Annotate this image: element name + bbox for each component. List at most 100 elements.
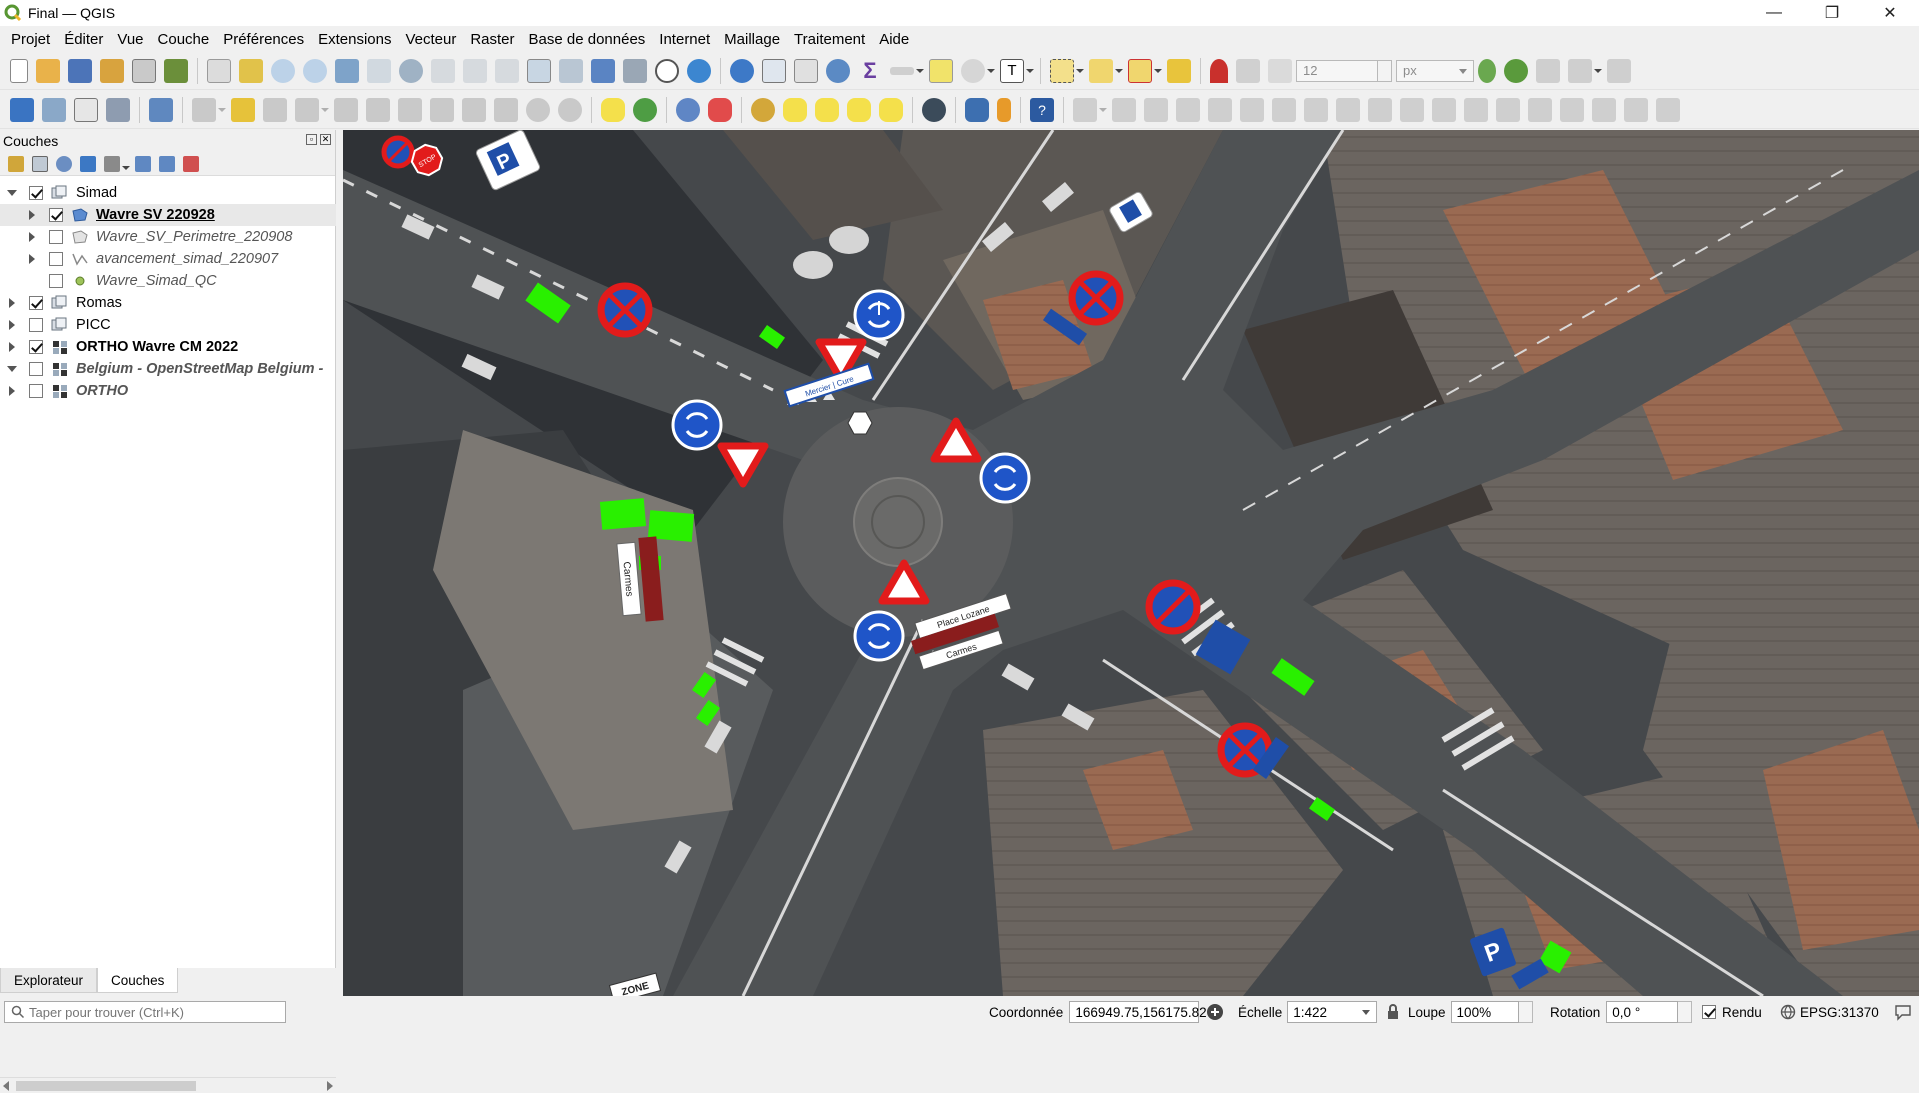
menu-item-aide[interactable]: Aide — [872, 31, 916, 48]
zoom-last-icon[interactable] — [463, 58, 487, 83]
snapping-mode-icon[interactable] — [1236, 58, 1260, 83]
overlap-dropdown[interactable] — [1593, 59, 1602, 83]
snapping-magnet-icon[interactable] — [1210, 58, 1228, 83]
menu-item-raster[interactable]: Raster — [463, 31, 521, 48]
adv-digitize-2-icon[interactable] — [1112, 97, 1136, 122]
pin-label-icon[interactable] — [751, 97, 775, 122]
adv-digitize-10-icon[interactable] — [1368, 97, 1392, 122]
digitize-dropdown[interactable] — [320, 98, 329, 122]
layer-tree-hscrollbar[interactable] — [0, 1077, 336, 1093]
zoom-native-icon[interactable] — [431, 58, 455, 83]
show-bookmarks-icon[interactable] — [623, 58, 647, 83]
measure-dropdown[interactable] — [915, 59, 924, 83]
lock-scale-icon[interactable] — [1386, 1004, 1400, 1020]
crs-label[interactable]: EPSG:31370 — [1800, 1005, 1879, 1020]
adv-digitize-15-icon[interactable] — [1528, 97, 1552, 122]
current-edits-icon[interactable] — [192, 97, 216, 122]
quickmapservices-icon[interactable] — [922, 97, 946, 122]
menu-item-extensions[interactable]: Extensions — [311, 31, 398, 48]
paste-icon[interactable] — [494, 97, 518, 122]
expand-all-icon[interactable] — [135, 155, 151, 172]
snap-tolerance-input[interactable]: 12 — [1296, 59, 1378, 82]
label-options-icon[interactable] — [676, 97, 700, 122]
adv-digitize-9-icon[interactable] — [1336, 97, 1360, 122]
deselect-dropdown[interactable] — [1153, 59, 1162, 83]
zoom-layer-icon[interactable] — [399, 58, 423, 83]
adv-digitize-18-icon[interactable] — [1624, 97, 1648, 122]
menu-item-couche[interactable]: Couche — [151, 31, 217, 48]
expand-arrow-closed-icon[interactable] — [6, 319, 18, 331]
menu-item-maillage[interactable]: Maillage — [717, 31, 787, 48]
roundabout-sign-icon[interactable] — [979, 452, 1031, 504]
virtual-layer-icon[interactable] — [149, 97, 173, 122]
collapse-all-icon[interactable] — [159, 155, 175, 172]
save-project-icon[interactable] — [68, 58, 92, 83]
layer-tree-item[interactable]: Wavre_SV_Perimetre_220908 — [0, 226, 336, 248]
layer-tree-item[interactable]: Romas — [0, 292, 336, 314]
new-bookmark-icon[interactable] — [591, 58, 615, 83]
map-canvas[interactable]: STOP P P Mercier | Cure Carmes Place Loz… — [343, 130, 1919, 996]
attribute-table-icon[interactable] — [762, 58, 786, 83]
adv-digitize-17-icon[interactable] — [1592, 97, 1616, 122]
pan-to-selection-icon[interactable] — [239, 58, 263, 83]
layer-visibility-checkbox[interactable] — [29, 362, 43, 376]
digitize-pen-icon[interactable] — [106, 97, 130, 122]
statistics-sigma-icon[interactable]: Σ — [858, 58, 882, 83]
adv-digitize-1-icon[interactable] — [1073, 97, 1097, 122]
layer-visibility-checkbox[interactable] — [49, 208, 63, 222]
cut-icon[interactable] — [430, 97, 454, 122]
menu-item-vue[interactable]: Vue — [110, 31, 150, 48]
new-map-view-icon[interactable] — [527, 58, 551, 83]
layer-tree-item[interactable]: Wavre SV 220928 — [0, 204, 336, 226]
filter-dropdown[interactable] — [121, 156, 130, 172]
new-vector-layer-icon[interactable] — [74, 97, 98, 122]
adv-digitize-dropdown[interactable] — [1098, 98, 1107, 122]
new-project-icon[interactable] — [10, 58, 28, 83]
orthophoto-map[interactable]: STOP P P Mercier | Cure Carmes Place Loz… — [343, 130, 1919, 996]
adv-digitize-11-icon[interactable] — [1400, 97, 1424, 122]
select-by-value-icon[interactable] — [1089, 58, 1113, 83]
expand-arrow-closed-icon[interactable] — [6, 341, 18, 353]
new-3d-view-icon[interactable] — [559, 58, 583, 83]
layer-tree-item[interactable]: Wavre_Simad_QC — [0, 270, 336, 292]
select-features-icon[interactable] — [1050, 58, 1074, 83]
render-checkbox[interactable] — [1702, 1005, 1716, 1019]
map-search-icon[interactable] — [961, 58, 985, 83]
save-edits-icon[interactable] — [263, 97, 287, 122]
menu-item-internet[interactable]: Internet — [652, 31, 717, 48]
remove-layer-icon[interactable] — [183, 155, 199, 172]
trace-icon[interactable] — [1536, 58, 1560, 83]
layer-tree-item[interactable]: ORTHO — [0, 380, 336, 402]
menu-item-projet[interactable]: Projet — [4, 31, 57, 48]
expand-arrow-closed-icon[interactable] — [6, 297, 18, 309]
move-label-icon[interactable] — [815, 97, 839, 122]
roundabout-sign-icon[interactable] — [671, 399, 723, 451]
new-geopackage-icon[interactable] — [42, 97, 66, 122]
hscroll-thumb[interactable] — [16, 1081, 196, 1091]
save-as-icon[interactable] — [100, 58, 124, 83]
search-dropdown[interactable] — [986, 59, 995, 83]
magnifier-field[interactable]: 100% — [1450, 1001, 1519, 1023]
text-annotation-icon[interactable]: T — [1000, 58, 1024, 83]
layer-visibility-checkbox[interactable] — [29, 384, 43, 398]
locator-bar[interactable] — [4, 1001, 286, 1023]
roundabout-sign-icon[interactable] — [853, 610, 905, 662]
rotation-field[interactable]: 0,0 ° — [1606, 1001, 1679, 1023]
delete-selected-icon[interactable] — [398, 97, 422, 122]
select-value-dropdown[interactable] — [1114, 59, 1123, 83]
layer-visibility-checkbox[interactable] — [29, 340, 43, 354]
adv-digitize-4-icon[interactable] — [1176, 97, 1200, 122]
snap-unit-select[interactable]: px — [1396, 59, 1474, 82]
identify-features-icon[interactable] — [730, 58, 754, 83]
open-project-icon[interactable] — [36, 58, 60, 83]
temporal-controller-icon[interactable] — [655, 58, 679, 83]
minimize-button[interactable]: — — [1745, 0, 1803, 26]
adv-digitize-6-icon[interactable] — [1240, 97, 1264, 122]
undo-icon[interactable] — [526, 97, 550, 122]
toggle-editing-pencil-icon[interactable] — [231, 97, 255, 122]
no-parking-sign-icon[interactable] — [1145, 579, 1201, 635]
magnifier-spinner[interactable] — [1518, 1001, 1533, 1023]
filter-expression-icon[interactable] — [104, 155, 120, 172]
label-highlight-icon[interactable] — [708, 97, 732, 122]
digitize-icon[interactable] — [295, 97, 319, 122]
